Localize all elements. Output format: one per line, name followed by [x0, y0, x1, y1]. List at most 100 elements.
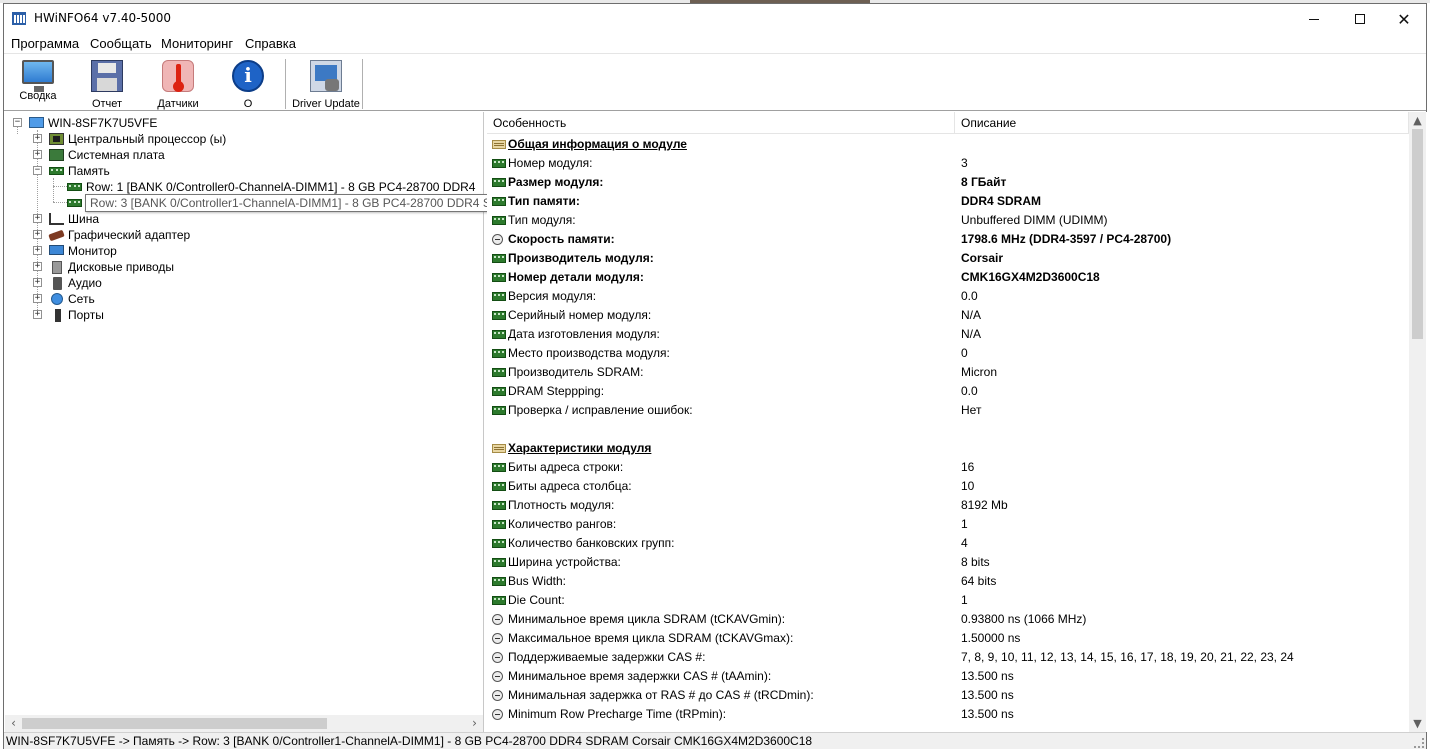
detail-feature: Минимальное время цикла SDRAM (tCKAVGmin… [508, 612, 786, 626]
driver-update-button[interactable]: Driver Update [290, 58, 362, 110]
vertical-scrollbar[interactable]: ▲ ▼ [1409, 112, 1426, 732]
horizontal-scrollbar[interactable]: ‹ › [5, 715, 483, 732]
detail-value: 0.0 [961, 289, 978, 303]
detail-row[interactable]: Ширина устройства: 8 bits [487, 553, 1409, 572]
detail-row[interactable]: Скорость памяти: 1798.6 MHz (DDR4-3597 / … [487, 230, 1409, 249]
detail-row[interactable]: Die Count: 1 [487, 591, 1409, 610]
tree-item-motherboard[interactable]: + Системная плата [5, 147, 484, 163]
status-text: WIN-8SF7K7U5VFE -> Память -> Row: 3 [BAN… [6, 734, 813, 748]
detail-row[interactable]: Биты адреса столбца: 10 [487, 477, 1409, 496]
section-header[interactable]: Характеристики модуля [487, 439, 1409, 458]
clock-icon [492, 633, 503, 644]
menu-monitoring[interactable]: Мониторинг [161, 36, 233, 51]
detail-row[interactable]: Плотность модуля: 8192 Mb [487, 496, 1409, 515]
detail-feature: Минимальная задержка от RAS # до CAS # (… [508, 688, 814, 702]
tree-item-bus[interactable]: + Шина [5, 211, 484, 227]
expand-icon[interactable]: + [33, 230, 42, 239]
device-tree[interactable]: − WIN-8SF7K7U5VFE + Центральный процессо… [5, 112, 715, 732]
menu-report[interactable]: Сообщать [90, 36, 152, 51]
detail-row[interactable]: DRAM Steppping: 0.0 [487, 382, 1409, 401]
detail-row[interactable]: Дата изготовления модуля: N/A [487, 325, 1409, 344]
expand-icon[interactable]: + [33, 310, 42, 319]
detail-value: Micron [961, 365, 998, 379]
maximize-button[interactable] [1337, 4, 1383, 34]
sensors-button[interactable]: Датчики [146, 58, 210, 110]
speaker-icon [53, 277, 62, 290]
detail-row[interactable]: Bus Width: 64 bits [487, 572, 1409, 591]
memory-icon [492, 406, 506, 415]
detail-row[interactable]: Минимальное время цикла SDRAM (tCKAVGmin… [487, 610, 1409, 629]
tree-item-cpu[interactable]: + Центральный процессор (ы) [5, 131, 484, 147]
detail-row[interactable]: Поддерживаемые задержки CAS #: 7, 8, 9, 1… [487, 648, 1409, 667]
expand-icon[interactable]: + [33, 246, 42, 255]
tree-item-network[interactable]: + Сеть [5, 291, 484, 307]
scroll-thumb[interactable] [1412, 129, 1423, 339]
detail-row[interactable]: Версия модуля: 0.0 [487, 287, 1409, 306]
tree-item-root[interactable]: − WIN-8SF7K7U5VFE [5, 115, 484, 131]
expand-icon[interactable]: + [33, 150, 42, 159]
expand-icon[interactable]: + [33, 134, 42, 143]
detail-feature: Место производства модуля: [508, 346, 670, 360]
report-button[interactable]: Отчет [75, 58, 139, 110]
tree-item-ports[interactable]: + Порты [5, 307, 484, 323]
info-icon: i [232, 60, 264, 92]
expand-icon[interactable]: + [33, 214, 42, 223]
clock-icon [492, 709, 503, 720]
column-header-feature[interactable]: Особенность [487, 112, 955, 134]
detail-row[interactable]: Тип памяти: DDR4 SDRAM [487, 192, 1409, 211]
memory-icon [49, 167, 64, 175]
detail-feature: Bus Width: [508, 574, 567, 588]
expand-icon[interactable]: + [33, 262, 42, 271]
about-button[interactable]: i О [216, 58, 280, 110]
toolbar-separator [285, 59, 286, 109]
tree-item-monitor[interactable]: + Монитор [5, 243, 484, 259]
detail-row[interactable]: Производитель модуля: Corsair [487, 249, 1409, 268]
detail-row[interactable]: Серийный номер модуля: N/A [487, 306, 1409, 325]
about-label: О [243, 98, 253, 110]
tree-item-audio[interactable]: + Аудио [5, 275, 484, 291]
detail-row[interactable]: Минимальная задержка от RAS # до CAS # (… [487, 686, 1409, 705]
detail-row[interactable]: Размер модуля: 8 ГБайт [487, 173, 1409, 192]
detail-row[interactable]: Количество рангов: 1 [487, 515, 1409, 534]
detail-row[interactable]: Тип модуля: Unbuffered DIMM (UDIMM) [487, 211, 1409, 230]
tree-item-gpu[interactable]: + Графический адаптер [5, 227, 484, 243]
detail-value: 8 bits [961, 555, 990, 569]
detail-row[interactable]: Номер модуля: 3 [487, 154, 1409, 173]
detail-row[interactable]: Номер детали модуля: CMK16GX4M2D3600C18 [487, 268, 1409, 287]
scroll-right-icon[interactable]: › [466, 715, 483, 732]
expand-icon[interactable]: + [33, 278, 42, 287]
detail-row[interactable]: Minimum Row Precharge Time (tRPmin): 13.5… [487, 705, 1409, 724]
detail-row[interactable]: Количество банковских групп: 4 [487, 534, 1409, 553]
expand-icon[interactable]: + [33, 294, 42, 303]
detail-feature: Поддерживаемые задержки CAS #: [508, 650, 706, 664]
tree-label: Память [68, 164, 110, 178]
menu-help[interactable]: Справка [245, 36, 296, 51]
clock-icon [492, 652, 503, 663]
menu-program[interactable]: Программа [11, 36, 79, 51]
summary-button[interactable]: Сводка [6, 58, 70, 110]
resize-grip-icon[interactable] [1414, 738, 1424, 748]
scroll-left-icon[interactable]: ‹ [5, 715, 22, 732]
title-bar[interactable]: HWiNFO64 v7.40-5000 ✕ [4, 4, 1426, 34]
scroll-down-icon[interactable]: ▼ [1409, 715, 1426, 732]
collapse-icon[interactable]: − [33, 166, 42, 175]
detail-row[interactable]: Минимальное время задержки CAS # (tAAmin… [487, 667, 1409, 686]
detail-row[interactable]: Место производства модуля: 0 [487, 344, 1409, 363]
scroll-up-icon[interactable]: ▲ [1409, 112, 1426, 129]
memory-icon [492, 520, 506, 529]
detail-row[interactable]: Проверка / исправление ошибок: Нет [487, 401, 1409, 420]
memory-module-icon [67, 199, 82, 207]
detail-row[interactable]: Биты адреса строки: 16 [487, 458, 1409, 477]
close-button[interactable]: ✕ [1381, 4, 1427, 34]
tree-item-memory-row1[interactable]: Row: 1 [BANK 0/Controller0-ChannelA-DIMM… [5, 179, 484, 195]
section-header[interactable]: Общая информация о модуле [487, 135, 1409, 154]
minimize-button[interactable] [1291, 4, 1337, 34]
detail-row[interactable]: Производитель SDRAM: Micron [487, 363, 1409, 382]
scroll-thumb[interactable] [22, 718, 327, 729]
detail-row[interactable]: Максимальное время цикла SDRAM (tCKAVGma… [487, 629, 1409, 648]
column-header-description[interactable]: Описание [955, 112, 1409, 134]
collapse-icon[interactable]: − [13, 118, 22, 127]
tree-item-memory[interactable]: − Память [5, 163, 484, 179]
network-icon [51, 293, 63, 305]
tree-item-drives[interactable]: + Дисковые приводы [5, 259, 484, 275]
